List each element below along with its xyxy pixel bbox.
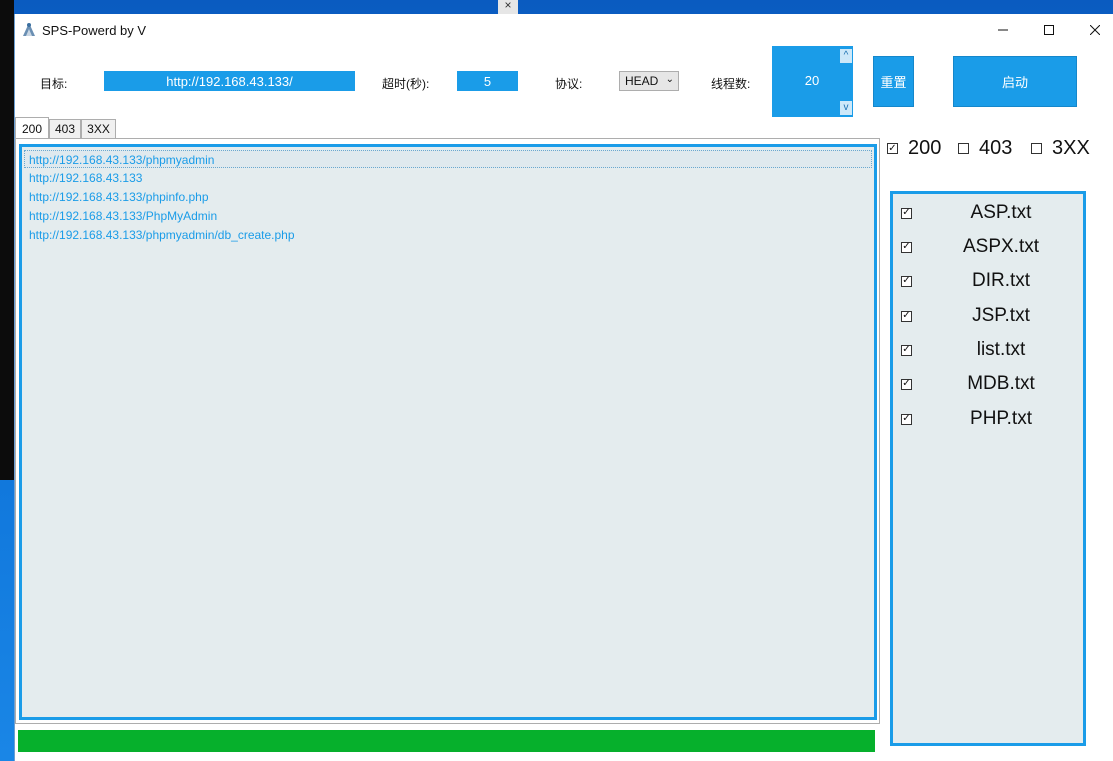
threads-stepper[interactable]: 20 ^ v — [772, 46, 853, 117]
dict-name: list.txt — [976, 339, 1026, 360]
tab-3xx[interactable]: 3XX — [81, 119, 116, 138]
dict-name: PHP.txt — [970, 408, 1032, 429]
list-item[interactable]: http://192.168.43.133/phpmyadmin — [24, 150, 872, 168]
filter-403-checkbox[interactable]: 403 — [958, 137, 1012, 160]
chevron-down-icon: ⌄ — [665, 74, 674, 85]
protocol-label: 协议: — [555, 77, 583, 91]
dict-item-dir[interactable]: ✓ DIR.txt — [901, 268, 1081, 294]
dict-name: ASP.txt — [970, 202, 1032, 223]
dict-item-asp[interactable]: ✓ ASP.txt — [901, 200, 1081, 226]
checkbox-checked-icon: ✓ — [901, 207, 912, 219]
maximize-button[interactable] — [1026, 14, 1072, 46]
stepper-up-icon[interactable]: ^ — [840, 49, 852, 63]
dict-item-list[interactable]: ✓ list.txt — [901, 337, 1081, 363]
filter-3xx-label: 3XX — [1052, 137, 1090, 159]
dictionary-list: ✓ ASP.txt ✓ ASPX.txt ✓ DIR.txt ✓ JSP.txt… — [890, 191, 1086, 746]
tab-403[interactable]: 403 — [49, 119, 81, 138]
results-list[interactable]: http://192.168.43.133/phpmyadmin http://… — [19, 144, 877, 720]
title-bar: SPS-Powerd by V — [15, 14, 1113, 46]
window-title: SPS-Powerd by V — [42, 23, 147, 38]
checkbox-checked-icon: ✓ — [901, 310, 912, 322]
filter-200-checkbox[interactable]: ✓ 200 — [887, 137, 941, 160]
reset-button[interactable]: 重置 — [873, 56, 914, 107]
dict-item-aspx[interactable]: ✓ ASPX.txt — [901, 234, 1081, 260]
protocol-value: HEAD — [625, 74, 659, 88]
dict-name: MDB.txt — [967, 373, 1035, 394]
checkbox-checked-icon: ✓ — [901, 241, 912, 253]
checkbox-checked-icon: ✓ — [901, 413, 912, 425]
tab-200[interactable]: 200 — [15, 117, 49, 139]
minimize-button[interactable] — [980, 14, 1026, 46]
checkbox-unchecked-icon — [1031, 143, 1042, 154]
filter-403-label: 403 — [979, 137, 1013, 159]
checkbox-checked-icon: ✓ — [901, 275, 912, 287]
minimize-icon — [998, 29, 1008, 31]
dict-name: JSP.txt — [972, 305, 1030, 326]
checkbox-checked-icon: ✓ — [901, 378, 912, 390]
target-input[interactable]: http://192.168.43.133/ — [104, 71, 355, 91]
list-item[interactable]: http://192.168.43.133 — [29, 169, 142, 187]
dict-item-mdb[interactable]: ✓ MDB.txt — [901, 371, 1081, 397]
close-icon — [1090, 25, 1100, 35]
maximize-icon — [1044, 25, 1054, 35]
app-icon — [23, 23, 35, 36]
threads-value: 20 — [804, 73, 820, 88]
console-window-edge — [0, 0, 14, 480]
checkbox-checked-icon: ✓ — [901, 344, 912, 356]
stepper-down-icon[interactable]: v — [840, 101, 852, 115]
app-window: SPS-Powerd by V 目标: http://192.168.43.13… — [14, 14, 1113, 761]
protocol-select[interactable]: HEAD ⌄ — [619, 71, 679, 91]
timeout-label: 超时(秒): — [382, 77, 430, 91]
dict-item-php[interactable]: ✓ PHP.txt — [901, 406, 1081, 432]
list-item[interactable]: http://192.168.43.133/phpinfo.php — [29, 188, 209, 206]
filter-200-label: 200 — [908, 137, 942, 159]
dict-item-jsp[interactable]: ✓ JSP.txt — [901, 303, 1081, 329]
list-item[interactable]: http://192.168.43.133/phpmyadmin/db_crea… — [29, 226, 295, 244]
checkbox-checked-icon: ✓ — [887, 142, 898, 154]
progress-bar — [18, 730, 875, 752]
threads-label: 线程数: — [711, 77, 751, 91]
filter-3xx-checkbox[interactable]: 3XX — [1031, 137, 1090, 160]
checkbox-unchecked-icon — [958, 143, 969, 154]
close-button[interactable] — [1072, 14, 1113, 46]
close-icon[interactable]: × — [498, 0, 518, 14]
dict-name: DIR.txt — [971, 270, 1031, 291]
list-item[interactable]: http://192.168.43.133/PhpMyAdmin — [29, 207, 217, 225]
target-label: 目标: — [40, 77, 68, 91]
start-button[interactable]: 启动 — [953, 56, 1077, 107]
dict-name: ASPX.txt — [962, 236, 1040, 257]
tab-panel-200: http://192.168.43.133/phpmyadmin http://… — [15, 138, 880, 724]
timeout-input[interactable]: 5 — [457, 71, 518, 91]
